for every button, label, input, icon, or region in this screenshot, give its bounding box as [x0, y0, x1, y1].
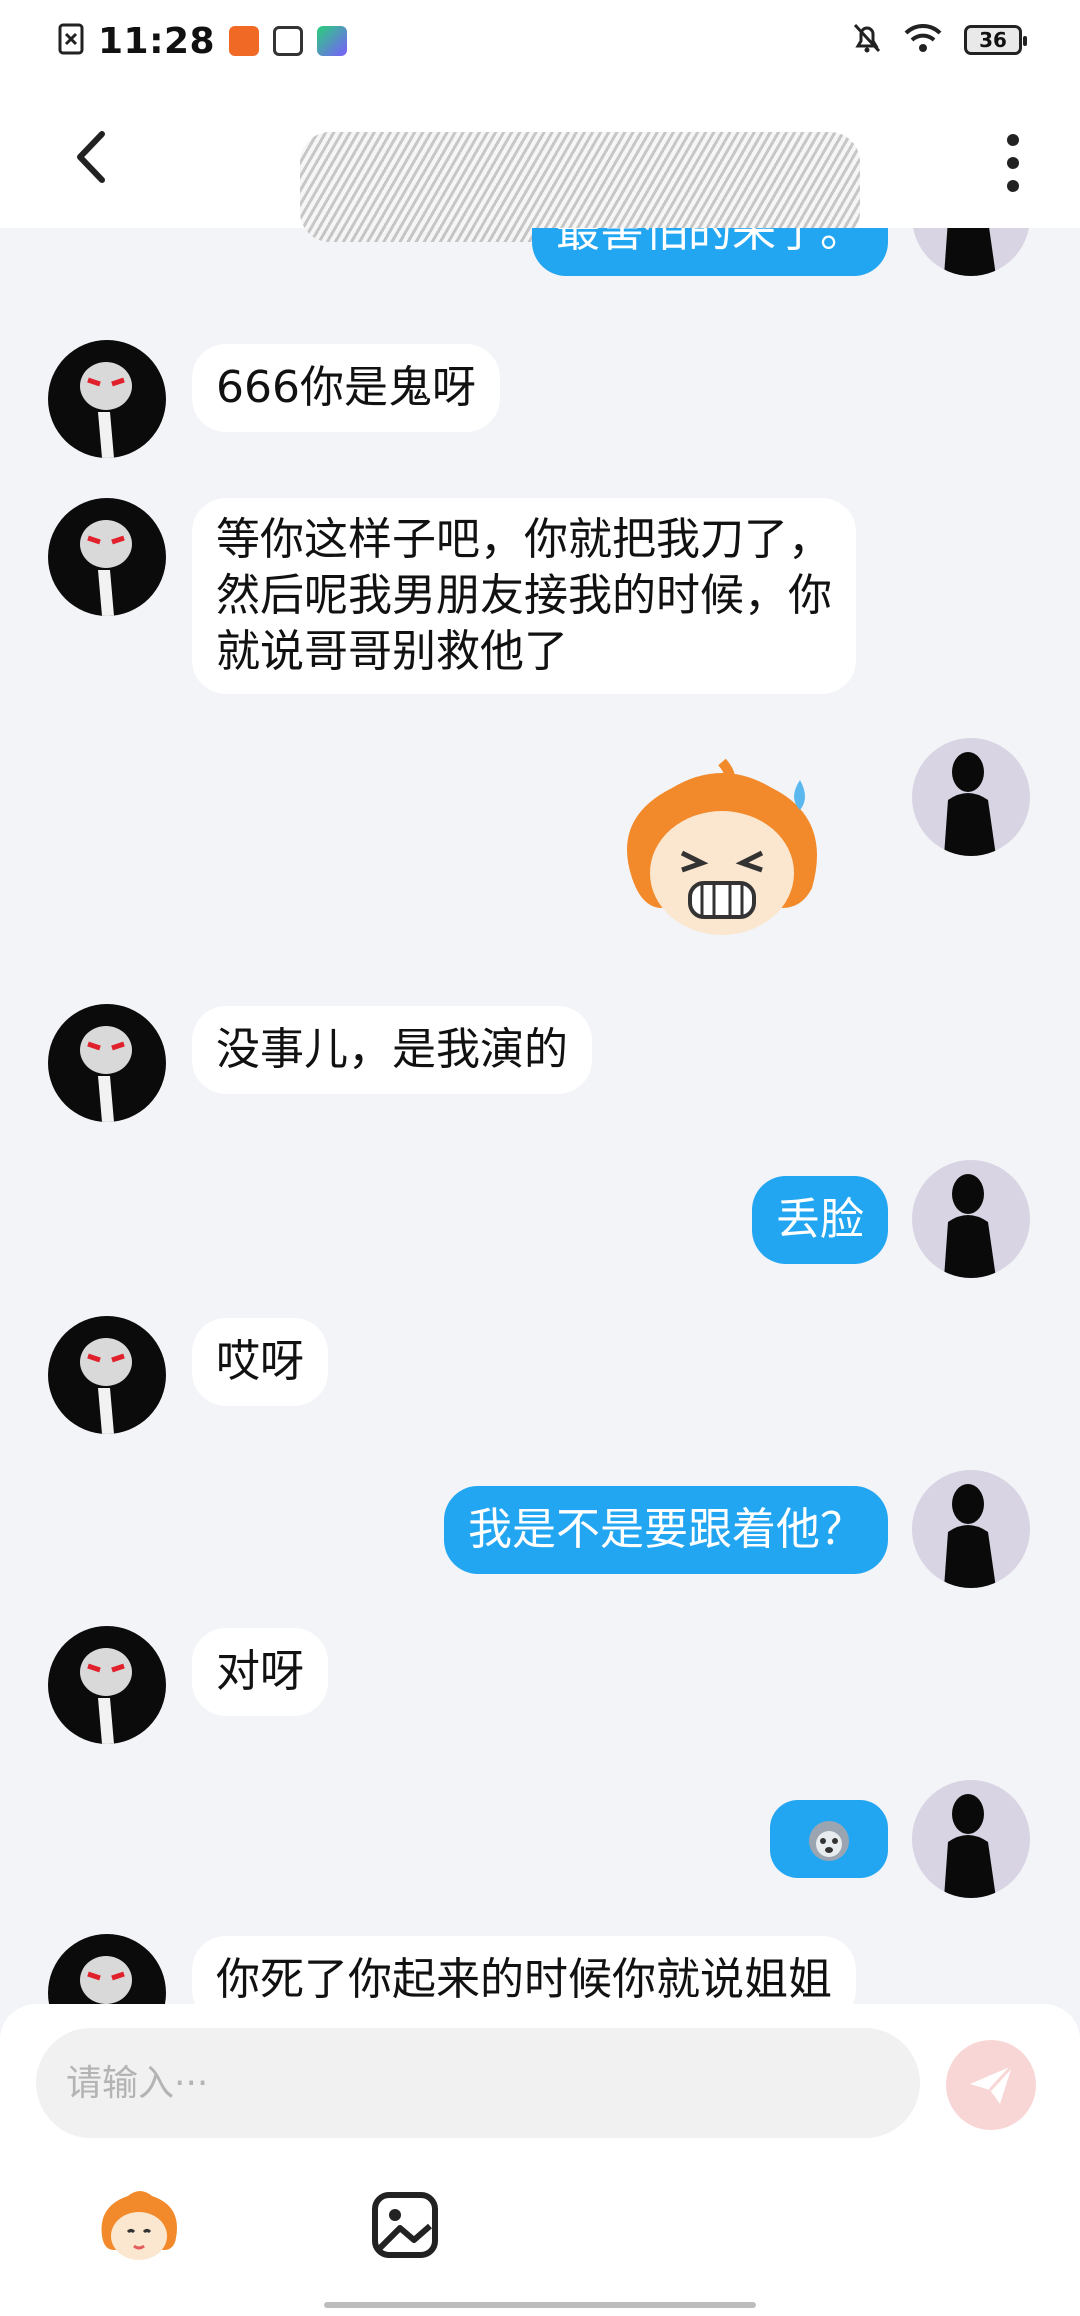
- contact-avatar[interactable]: [48, 1626, 166, 1744]
- message-bubble-out[interactable]: 最害怕的来了。: [532, 228, 888, 276]
- my-avatar[interactable]: [912, 738, 1030, 856]
- back-button[interactable]: [62, 122, 122, 192]
- more-button[interactable]: [998, 130, 1028, 196]
- message-bubble-in[interactable]: 你死了你起来的时候你就说姐姐: [192, 1936, 856, 2004]
- message-list[interactable]: 最害怕的来了。 666你是鬼呀 等你这样子吧，你就把我刀了， 然后呢我男朋友接我…: [0, 228, 1080, 2004]
- app-grey-icon: [273, 26, 304, 56]
- message-row: 你死了你起来的时候你就说姐姐: [0, 1934, 1080, 2004]
- app-green-icon: [317, 26, 348, 56]
- send-paper-plane-icon: [970, 2064, 1014, 2104]
- more-vertical-icon: [1007, 134, 1019, 192]
- message-row: 没事儿，是我演的: [0, 1004, 1080, 1134]
- message-bubble-in[interactable]: 等你这样子吧，你就把我刀了， 然后呢我男朋友接我的时候，你 就说哥哥别救他了: [192, 498, 856, 694]
- message-bubble-out[interactable]: 丢脸: [752, 1176, 888, 1264]
- my-avatar[interactable]: [912, 1470, 1030, 1588]
- battery-icon: 36: [964, 25, 1027, 55]
- my-avatar[interactable]: [912, 1780, 1030, 1898]
- contact-avatar[interactable]: [48, 498, 166, 616]
- message-row: 等你这样子吧，你就把我刀了， 然后呢我男朋友接我的时候，你 就说哥哥别救他了: [0, 498, 1080, 698]
- message-line: 然后呢我男朋友接我的时候，你: [216, 570, 832, 621]
- crying-orange-hair-sticker[interactable]: [602, 758, 842, 958]
- message-input-wrapper[interactable]: [36, 2028, 920, 2138]
- status-time: 11:28: [98, 20, 216, 62]
- message-bubble-in[interactable]: 666你是鬼呀: [192, 344, 500, 432]
- chat-screen: 11:28 36 最害怕的来了。 666你是鬼呀 等你这样子吧，你就把我刀了， …: [0, 0, 1080, 2316]
- composer: [0, 2004, 1080, 2316]
- contact-avatar[interactable]: [48, 1934, 166, 2004]
- contact-avatar[interactable]: [48, 1004, 166, 1122]
- message-bubble-in[interactable]: 哎呀: [192, 1318, 328, 1406]
- message-row: 最害怕的来了。: [0, 228, 1080, 298]
- wifi-icon: [904, 23, 942, 57]
- message-row: [0, 738, 1080, 978]
- chevron-left-icon: [77, 131, 105, 183]
- app-orange-icon: [229, 26, 260, 56]
- sim-error-icon: [58, 23, 84, 59]
- emoji-sticker-button[interactable]: [94, 2186, 184, 2268]
- chat-header: [0, 82, 1080, 242]
- image-gallery-icon: [372, 2192, 438, 2258]
- message-bubble-out[interactable]: 我是不是要跟着他？: [444, 1486, 888, 1574]
- message-row: [0, 1780, 1080, 1910]
- message-bubble-in[interactable]: 对呀: [192, 1628, 328, 1716]
- my-avatar[interactable]: [912, 228, 1030, 276]
- image-picker-button[interactable]: [370, 2190, 440, 2260]
- mute-bell-icon: [852, 22, 882, 58]
- home-indicator[interactable]: [324, 2302, 756, 2308]
- contact-avatar[interactable]: [48, 1316, 166, 1434]
- send-button[interactable]: [946, 2040, 1036, 2130]
- message-bubble-in[interactable]: 没事儿，是我演的: [192, 1006, 592, 1094]
- emoji-sticker-icon: [101, 2191, 177, 2260]
- message-row: 丢脸: [0, 1160, 1080, 1290]
- message-input[interactable]: [66, 2062, 920, 2104]
- message-row: 对呀: [0, 1626, 1080, 1756]
- message-line: 就说哥哥别救他了: [216, 626, 568, 677]
- my-avatar[interactable]: [912, 1160, 1030, 1278]
- message-row: 哎呀: [0, 1316, 1080, 1446]
- message-row: 我是不是要跟着他？: [0, 1470, 1080, 1600]
- contact-name-obscured: [300, 132, 860, 242]
- battery-level: 36: [979, 28, 1007, 52]
- small-monkey-emoji[interactable]: [770, 1800, 888, 1878]
- message-row: 666你是鬼呀: [0, 340, 1080, 470]
- message-line: 等你这样子吧，你就把我刀了，: [216, 514, 832, 565]
- status-bar: 11:28 36: [0, 0, 1080, 82]
- contact-avatar[interactable]: [48, 340, 166, 458]
